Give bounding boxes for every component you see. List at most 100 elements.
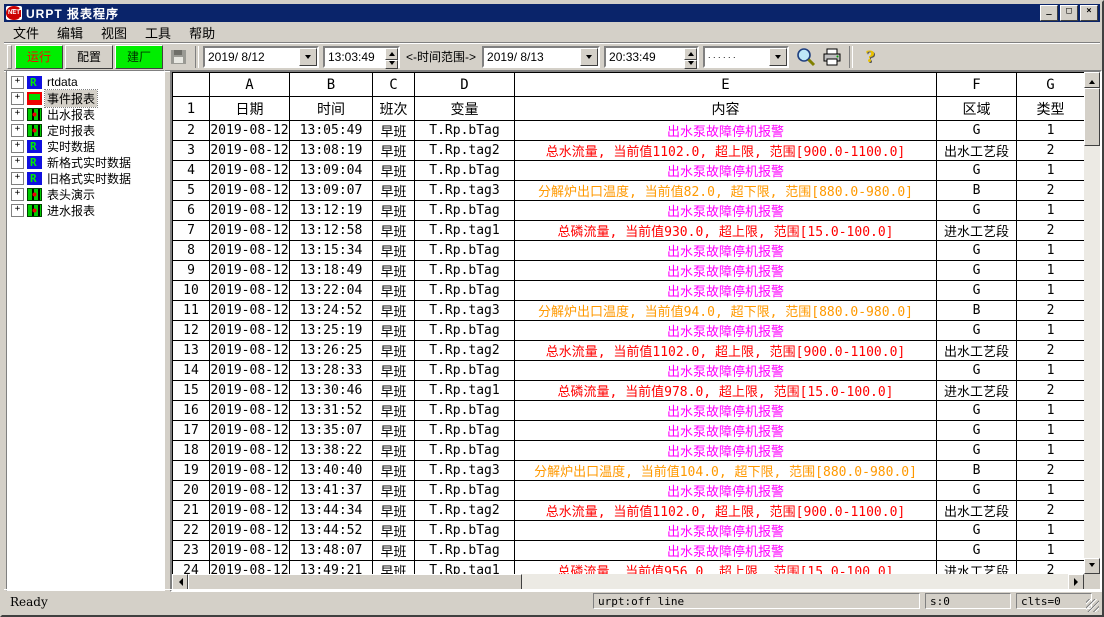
cell-content[interactable]: 出水泵故障停机报警: [515, 521, 937, 541]
cell-type[interactable]: 2: [1017, 501, 1085, 521]
row-number[interactable]: 21: [173, 501, 210, 521]
cell-area[interactable]: B: [937, 301, 1017, 321]
cell-date[interactable]: 2019-08-12: [210, 261, 290, 281]
end-date-value[interactable]: 2019/ 8/13: [484, 48, 580, 66]
cell-variable[interactable]: T.Rp.bTag: [415, 321, 515, 341]
title-bar[interactable]: NET URPT 报表程序 _ □ ×: [4, 4, 1100, 22]
row-number[interactable]: 11: [173, 301, 210, 321]
cell-shift[interactable]: 早班: [373, 121, 415, 141]
cell-date[interactable]: 2019-08-12: [210, 181, 290, 201]
expand-plus-icon[interactable]: +: [11, 188, 24, 201]
header-cell[interactable]: 变量: [415, 97, 515, 121]
cell-time[interactable]: 13:15:34: [290, 241, 373, 261]
cell-content[interactable]: 总磷流量, 当前值930.0, 超上限, 范围[15.0-100.0]: [515, 221, 937, 241]
row-number[interactable]: 13: [173, 341, 210, 361]
cell-content[interactable]: 分解炉出口温度, 当前值104.0, 超下限, 范围[880.0-980.0]: [515, 461, 937, 481]
header-cell[interactable]: 班次: [373, 97, 415, 121]
expand-plus-icon[interactable]: +: [11, 156, 24, 169]
cell-shift[interactable]: 早班: [373, 401, 415, 421]
cell-type[interactable]: 1: [1017, 321, 1085, 341]
cell-content[interactable]: 出水泵故障停机报警: [515, 121, 937, 141]
cell-date[interactable]: 2019-08-12: [210, 381, 290, 401]
tree-item-label[interactable]: 实时数据: [45, 138, 97, 155]
cell-type[interactable]: 1: [1017, 241, 1085, 261]
cell-area[interactable]: G: [937, 541, 1017, 561]
cell-area[interactable]: G: [937, 321, 1017, 341]
cell-variable[interactable]: T.Rp.tag2: [415, 341, 515, 361]
resize-grip[interactable]: [1086, 599, 1099, 612]
cell-date[interactable]: 2019-08-12: [210, 221, 290, 241]
cell-type[interactable]: 2: [1017, 181, 1085, 201]
row-number[interactable]: 19: [173, 461, 210, 481]
cell-variable[interactable]: T.Rp.tag1: [415, 381, 515, 401]
menu-edit[interactable]: 编辑: [48, 22, 92, 43]
cell-time[interactable]: 13:35:07: [290, 421, 373, 441]
cell-shift[interactable]: 早班: [373, 321, 415, 341]
cell-shift[interactable]: 早班: [373, 261, 415, 281]
cell-type[interactable]: 1: [1017, 421, 1085, 441]
cell-time[interactable]: 13:48:07: [290, 541, 373, 561]
cell-content[interactable]: 出水泵故障停机报警: [515, 201, 937, 221]
column-header[interactable]: B: [290, 73, 373, 97]
cell-area[interactable]: 出水工艺段: [937, 341, 1017, 361]
cell-area[interactable]: 进水工艺段: [937, 381, 1017, 401]
tree-item-label[interactable]: 事件报表: [45, 90, 97, 107]
cell-time[interactable]: 13:44:34: [290, 501, 373, 521]
row-number[interactable]: 8: [173, 241, 210, 261]
cell-content[interactable]: 出水泵故障停机报警: [515, 321, 937, 341]
cell-variable[interactable]: T.Rp.tag3: [415, 181, 515, 201]
cell-variable[interactable]: T.Rp.tag3: [415, 301, 515, 321]
row-number[interactable]: 9: [173, 261, 210, 281]
cell-shift[interactable]: 早班: [373, 161, 415, 181]
cell-area[interactable]: 出水工艺段: [937, 141, 1017, 161]
tree-item-label[interactable]: 进水报表: [45, 202, 97, 219]
cell-time[interactable]: 13:22:04: [290, 281, 373, 301]
vertical-scrollbar[interactable]: [1084, 72, 1100, 574]
row-number[interactable]: 23: [173, 541, 210, 561]
row-number[interactable]: 1: [173, 97, 210, 121]
cell-shift[interactable]: 早班: [373, 181, 415, 201]
cell-area[interactable]: B: [937, 461, 1017, 481]
cell-shift[interactable]: 早班: [373, 561, 415, 575]
column-header[interactable]: G: [1017, 73, 1085, 97]
tree-item-label[interactable]: 表头演示: [45, 186, 97, 203]
cell-type[interactable]: 1: [1017, 261, 1085, 281]
header-cell[interactable]: 区域: [937, 97, 1017, 121]
run-button[interactable]: 运行: [15, 45, 63, 69]
row-number[interactable]: 12: [173, 321, 210, 341]
header-cell[interactable]: 日期: [210, 97, 290, 121]
cell-variable[interactable]: T.Rp.tag1: [415, 221, 515, 241]
row-number[interactable]: 15: [173, 381, 210, 401]
header-cell[interactable]: 时间: [290, 97, 373, 121]
print-button[interactable]: [820, 46, 844, 68]
chevron-down-icon[interactable]: [580, 48, 598, 66]
cell-shift[interactable]: 早班: [373, 501, 415, 521]
row-number[interactable]: 20: [173, 481, 210, 501]
cell-content[interactable]: 出水泵故障停机报警: [515, 421, 937, 441]
expand-plus-icon[interactable]: +: [11, 140, 24, 153]
cell-time[interactable]: 13:25:19: [290, 321, 373, 341]
save-button[interactable]: [166, 46, 190, 68]
cell-time[interactable]: 13:05:49: [290, 121, 373, 141]
tree-item[interactable]: +旧格式实时数据: [7, 170, 164, 186]
cell-variable[interactable]: T.Rp.bTag: [415, 421, 515, 441]
cell-variable[interactable]: T.Rp.bTag: [415, 361, 515, 381]
cell-time[interactable]: 13:28:33: [290, 361, 373, 381]
cell-content[interactable]: 出水泵故障停机报警: [515, 161, 937, 181]
cell-content[interactable]: 出水泵故障停机报警: [515, 441, 937, 461]
expand-plus-icon[interactable]: +: [11, 76, 24, 89]
end-time-spinner[interactable]: 20:33:49: [604, 46, 699, 68]
cell-time[interactable]: 13:49:21: [290, 561, 373, 575]
chevron-down-icon[interactable]: [299, 48, 317, 66]
cell-variable[interactable]: T.Rp.bTag: [415, 521, 515, 541]
cell-date[interactable]: 2019-08-12: [210, 541, 290, 561]
cell-content[interactable]: 出水泵故障停机报警: [515, 541, 937, 561]
filter-combo-value[interactable]: . . . . . .: [705, 48, 769, 66]
cell-content[interactable]: 分解炉出口温度, 当前值94.0, 超下限, 范围[880.0-980.0]: [515, 301, 937, 321]
menu-help[interactable]: 帮助: [180, 22, 224, 43]
column-header[interactable]: A: [210, 73, 290, 97]
horizontal-scrollbar[interactable]: [172, 574, 1084, 590]
cell-type[interactable]: 1: [1017, 541, 1085, 561]
end-date-picker[interactable]: 2019/ 8/13: [482, 46, 600, 68]
close-button[interactable]: ×: [1080, 5, 1098, 21]
